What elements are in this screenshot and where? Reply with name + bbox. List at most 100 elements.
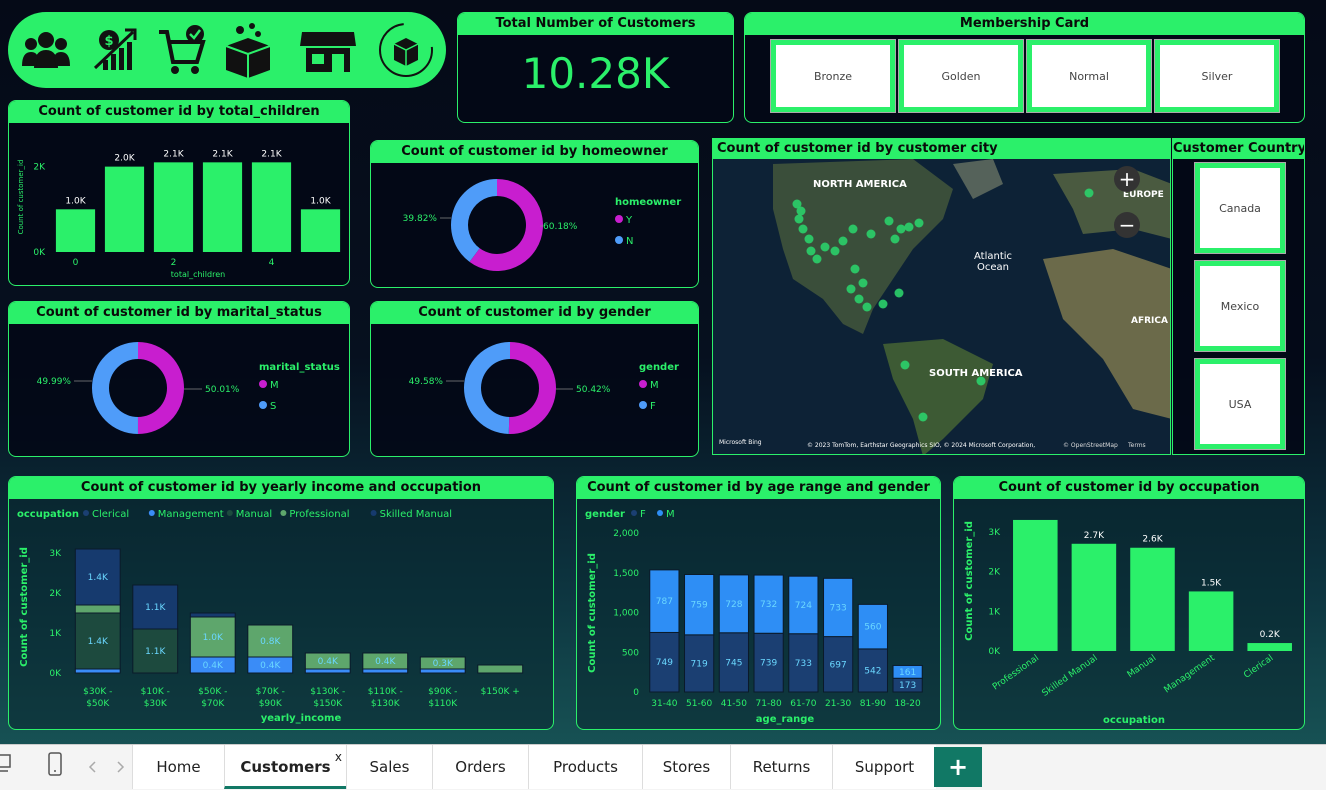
add-page-button[interactable]: +	[934, 747, 982, 787]
data-label: 2.7K	[1084, 531, 1105, 541]
tab-sales[interactable]: Sales	[346, 745, 432, 789]
data-label: 733	[795, 659, 812, 669]
city-point[interactable]	[894, 288, 904, 298]
city-point[interactable]	[820, 242, 830, 252]
y-tick-label: 3K	[49, 549, 62, 559]
data-label: 1.5K	[1201, 578, 1222, 588]
city-point[interactable]	[854, 294, 864, 304]
map-canvas[interactable]: NORTH AMERICA EUROPE Atlantic Ocean AFRI…	[713, 159, 1171, 455]
x-tick-label: $150K +	[481, 687, 520, 697]
y-tick-label: 1K	[49, 629, 62, 639]
y-tick-label: 0	[633, 688, 639, 698]
tab-stores[interactable]: Stores	[642, 745, 730, 789]
city-point[interactable]	[896, 224, 906, 234]
city-point[interactable]	[866, 229, 876, 239]
zoom-in-button[interactable]: +	[1114, 166, 1140, 192]
city-point[interactable]	[798, 224, 808, 234]
box-icon[interactable]	[225, 23, 271, 78]
membership-option-golden[interactable]: Golden	[898, 39, 1024, 113]
data-label: 0.8K	[260, 637, 281, 647]
map-osm-link[interactable]: © OpenStreetMap	[1063, 442, 1118, 449]
x-tick-label: $30K -	[83, 687, 112, 697]
membership-option-silver[interactable]: Silver	[1154, 39, 1280, 113]
scroll-right-icon[interactable]	[117, 761, 125, 773]
city-point[interactable]	[858, 278, 868, 288]
store-icon[interactable]	[300, 32, 356, 72]
svg-text:$: $	[104, 34, 113, 49]
city-point[interactable]	[796, 206, 806, 216]
close-tab-icon[interactable]: x	[335, 735, 342, 779]
desktop-view-icon[interactable]	[0, 754, 11, 772]
city-point[interactable]	[890, 234, 900, 244]
city-point[interactable]	[884, 216, 894, 226]
city-point[interactable]	[862, 302, 872, 312]
legend-label: Skilled Manual	[380, 509, 453, 520]
legend-title: gender	[585, 509, 625, 520]
city-point[interactable]	[846, 284, 856, 294]
tab-orders[interactable]: Orders	[432, 745, 528, 789]
tab-returns[interactable]: Returns	[730, 745, 832, 789]
cart-icon[interactable]	[159, 25, 206, 74]
city-point[interactable]	[914, 218, 924, 228]
x-tick-label: Management	[1163, 653, 1218, 695]
chart-homeowner: Count of customer id by homeowner 60.18%…	[370, 140, 699, 288]
y-axis-title: Count of customer_id	[17, 160, 25, 235]
city-point[interactable]	[1084, 188, 1094, 198]
city-point[interactable]	[878, 299, 888, 309]
country-option-mexico[interactable]: Mexico	[1194, 260, 1286, 352]
x-tick-label: Professional	[991, 653, 1041, 692]
tab-support[interactable]: Support	[832, 745, 936, 789]
tab-customers[interactable]: Customers x	[224, 745, 346, 789]
city-point[interactable]	[904, 222, 914, 232]
zoom-out-button[interactable]: −	[1114, 212, 1140, 238]
customers-icon[interactable]	[22, 32, 70, 68]
y-tick-label: 1,500	[613, 569, 639, 579]
tab-products[interactable]: Products	[528, 745, 642, 789]
slice	[137, 342, 185, 434]
membership-option-bronze[interactable]: Bronze	[770, 39, 896, 113]
tab-home[interactable]: Home	[132, 745, 224, 789]
data-label: 161	[899, 668, 916, 678]
x-tick-label: $90K -	[428, 687, 457, 697]
city-point[interactable]	[838, 236, 848, 246]
chart-occupation-plot: 0K 1K 2K 3K 2.7K 2.6K 1.5K 0.2K Professional Skil…	[964, 519, 1292, 726]
membership-option-normal[interactable]: Normal	[1026, 39, 1152, 113]
city-point[interactable]	[918, 412, 928, 422]
country-option-usa[interactable]: USA	[1194, 358, 1286, 450]
bar	[1130, 547, 1175, 651]
navigation-icon-bar: $	[8, 12, 446, 88]
city-point[interactable]	[812, 254, 822, 264]
scroll-left-icon[interactable]	[88, 761, 96, 773]
chart-gender-plot: 50.42% 49.58% gender MF	[409, 342, 679, 434]
city-point[interactable]	[806, 246, 816, 256]
x-tick-label: 21-30	[825, 699, 851, 709]
map-visual[interactable]: Count of customer id by customer city NO…	[712, 138, 1171, 455]
city-point[interactable]	[794, 214, 804, 224]
city-point[interactable]	[804, 234, 814, 244]
chart-total-children-plot: 0K 2K 1.0K 2.0K 2.1K 2.1K 2.1K 1.0K 0 2 4 total_chi…	[17, 149, 341, 279]
map-terms-link[interactable]: Terms	[1127, 442, 1146, 449]
y-tick-label: 2K	[988, 568, 1001, 578]
city-point[interactable]	[900, 360, 910, 370]
city-point[interactable]	[850, 264, 860, 274]
x-tick-label: 31-40	[651, 699, 677, 709]
slice-label: 39.82%	[403, 214, 438, 224]
country-option-canada[interactable]: Canada	[1194, 162, 1286, 254]
y-tick-label: 2K	[49, 589, 62, 599]
x-tick-label: 61-70	[790, 699, 816, 709]
legend-marker	[615, 236, 623, 244]
x-axis-title: occupation	[1103, 715, 1165, 726]
city-point[interactable]	[830, 246, 840, 256]
city-point[interactable]	[848, 224, 858, 234]
bar-segment	[74, 668, 121, 674]
data-label: 0.2K	[1260, 630, 1281, 640]
slice	[464, 342, 510, 434]
return-box-icon[interactable]	[379, 23, 433, 77]
data-label: 0.4K	[318, 657, 339, 667]
y-tick-label: 0K	[988, 647, 1001, 657]
mobile-view-icon[interactable]	[48, 752, 62, 776]
x-tick-label: 0	[73, 258, 79, 268]
money-growth-icon[interactable]: $	[93, 28, 137, 70]
legend-label: N	[626, 236, 633, 247]
tab-label: Home	[156, 758, 201, 776]
